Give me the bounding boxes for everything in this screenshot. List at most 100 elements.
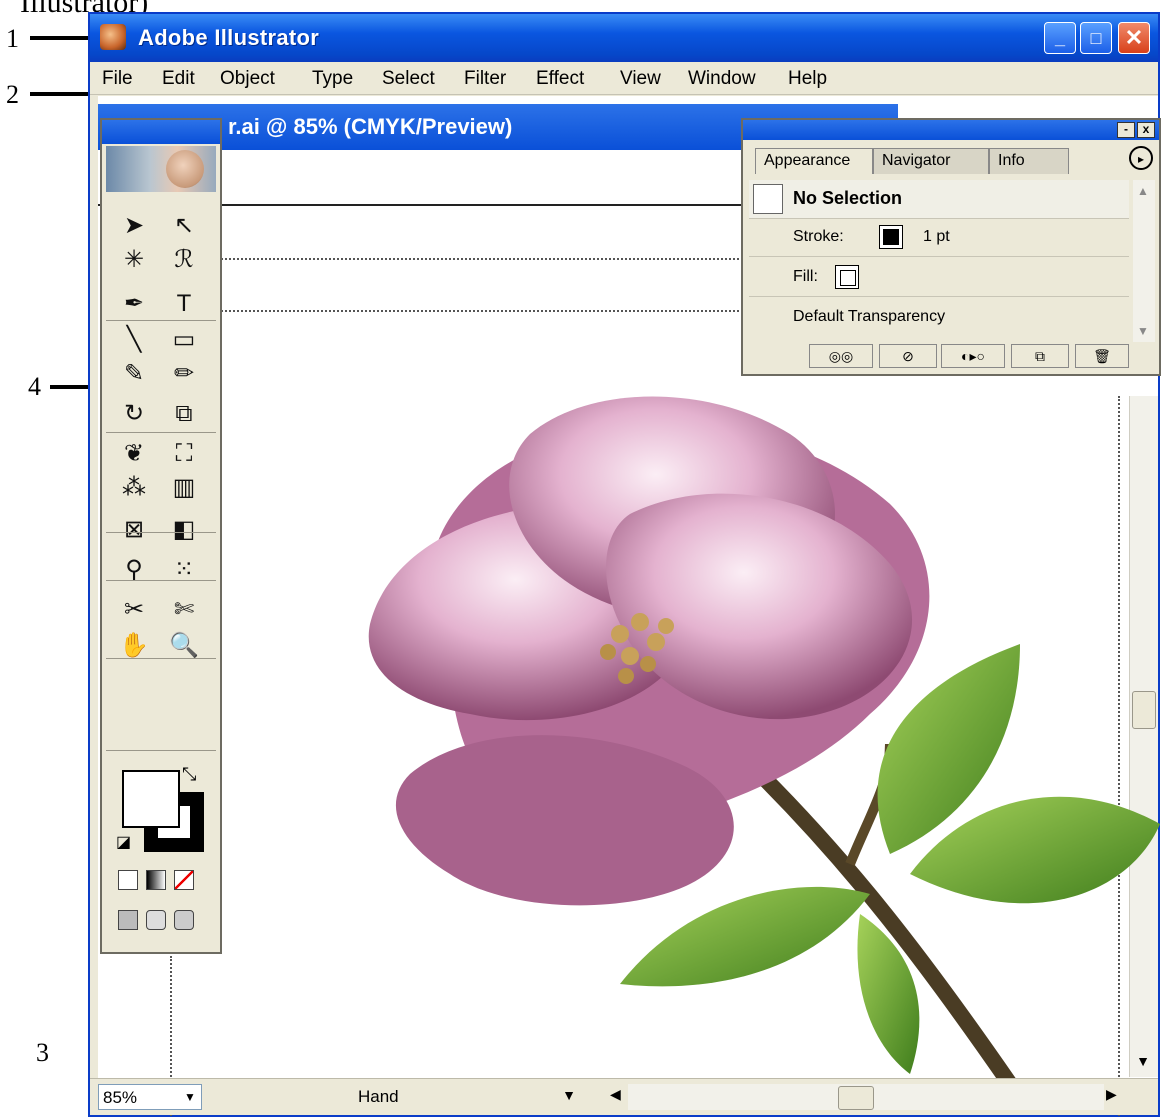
fill-label: Fill: [793,268,818,285]
menu-object[interactable]: Object [220,68,275,90]
appearance-fill-row[interactable]: Fill: [749,258,1129,297]
palette-close-button[interactable]: x [1137,122,1155,138]
fill-color-chip[interactable] [835,265,859,289]
document-title: r.ai @ 85% (CMYK/Preview) [228,114,513,139]
reduce-to-basic-appearance-icon[interactable]: ⊘ [879,344,937,368]
palette-minimize-button[interactable]: - [1117,122,1135,138]
free-transform-tool-icon[interactable]: ⛶ [162,438,206,470]
stroke-label: Stroke: [793,228,844,245]
delete-item-icon[interactable]: 🗑 [1075,344,1129,368]
mesh-tool-icon[interactable]: ⊠ [112,514,156,546]
toolbox-divider [106,580,216,581]
blend-tool-icon[interactable]: ⁙ [162,554,206,586]
toolbox-venus-banner[interactable] [106,146,216,192]
appearance-palette: - x Appearance Navigator Info ▸ No Selec… [741,118,1161,376]
toolbox-panel: ➤ ↖ ✳ ℛ ✒ T ╲ ▭ ✎ ✏ ↻ ⧉ ❦ ⛶ ⁂ ▥ ⊠ ◧ ⚲ ⁙ ✂ ✄ ✋ 🔍 ⤡ ◪ [100,118,222,954]
menu-window[interactable]: Window [688,68,756,90]
transparency-label: Default Transparency [793,308,946,325]
clear-appearance-icon[interactable]: ◐▸○ [941,344,1005,368]
status-menu-arrow-icon[interactable]: ▼ [562,1087,576,1103]
palette-titlebar[interactable]: - x [743,120,1159,140]
appearance-stroke-row[interactable]: Stroke: 1 pt [749,218,1129,257]
rotate-tool-icon[interactable]: ↻ [112,398,156,430]
menu-file[interactable]: File [102,68,133,90]
palette-menu-icon[interactable]: ▸ [1129,146,1153,170]
dropdown-arrow-icon[interactable]: ▼ [181,1087,199,1107]
color-mode-icon[interactable] [118,870,138,890]
new-art-maintains-appearance-icon[interactable]: ◎◎ [809,344,873,368]
pencil-tool-icon[interactable]: ✏ [162,358,206,390]
selection-thumbnail [753,184,783,214]
toolbox-titlebar[interactable] [102,120,220,144]
horizontal-scroll-thumb[interactable] [838,1086,874,1110]
callout-1: 1 [6,24,19,53]
selection-label: No Selection [793,188,903,208]
horizontal-scrollbar[interactable] [628,1084,1104,1110]
menu-edit[interactable]: Edit [162,68,195,90]
gradient-tool-icon[interactable]: ◧ [162,514,206,546]
scissors-tool-icon[interactable]: ✄ [162,594,206,626]
lasso-tool-icon[interactable]: ℛ [162,244,206,276]
fill-color-swatch[interactable] [122,770,180,828]
slice-tool-icon[interactable]: ✂ [112,594,156,626]
current-tool-field[interactable]: Hand ▼ [220,1084,606,1110]
appearance-selection-row[interactable]: No Selection [749,180,1129,219]
rose-artwork [368,396,1160,1089]
none-mode-icon[interactable] [174,870,194,890]
toolbox-divider [106,320,216,321]
zoom-level-field[interactable]: 85% ▼ [98,1084,202,1110]
duplicate-item-icon[interactable]: ⧉ [1011,344,1069,368]
maximize-button[interactable]: □ [1080,22,1112,54]
toolbox-divider [106,658,216,659]
selection-tool-icon[interactable]: ➤ [112,210,156,242]
menu-help[interactable]: Help [788,68,827,90]
scroll-right-icon[interactable]: ▶ [1106,1086,1117,1103]
menu-view[interactable]: View [620,68,661,90]
direct-selection-tool-icon[interactable]: ↖ [162,210,206,242]
menu-type[interactable]: Type [312,68,353,90]
default-colors-icon[interactable]: ◪ [116,832,131,852]
tab-navigator[interactable]: Navigator [873,148,989,174]
rectangle-tool-icon[interactable]: ▭ [162,324,206,356]
minimize-button[interactable]: _ [1044,22,1076,54]
swap-fill-stroke-icon[interactable]: ⤡ [182,764,196,785]
palette-footer: ◎◎ ⊘ ◐▸○ ⧉ 🗑 [749,344,1153,370]
menu-select[interactable]: Select [382,68,435,90]
pen-tool-icon[interactable]: ✒ [112,288,156,320]
symbol-sprayer-tool-icon[interactable]: ⁂ [112,472,156,504]
current-tool-label: Hand [358,1087,399,1106]
close-button[interactable]: ✕ [1118,22,1150,54]
stroke-weight-value: 1 pt [923,228,950,245]
palette-scrollbar[interactable]: ▲ ▼ [1133,180,1155,342]
toolbox-divider [106,750,216,751]
venus-face-image [166,150,204,188]
eyedropper-tool-icon[interactable]: ⚲ [112,554,156,586]
paintbrush-tool-icon[interactable]: ✎ [112,358,156,390]
type-tool-icon[interactable]: T [162,288,206,320]
full-screen-mode-icon[interactable] [174,910,194,930]
tab-appearance[interactable]: Appearance [755,148,873,174]
status-bar: 85% ▼ Hand ▼ ◀ ▶ [90,1078,1158,1115]
palette-scroll-up-icon[interactable]: ▲ [1137,184,1149,198]
tab-info[interactable]: Info [989,148,1069,174]
appearance-transparency-row[interactable]: Default Transparency [749,298,1129,336]
stroke-color-chip[interactable] [879,225,903,249]
graph-tool-icon[interactable]: ▥ [162,472,206,504]
window-titlebar[interactable]: Adobe Illustrator _ □ ✕ [90,14,1158,62]
menu-effect[interactable]: Effect [536,68,584,90]
full-screen-menu-mode-icon[interactable] [146,910,166,930]
line-tool-icon[interactable]: ╲ [112,324,156,356]
warp-tool-icon[interactable]: ❦ [112,438,156,470]
gradient-mode-icon[interactable] [146,870,166,890]
standard-screen-mode-icon[interactable] [118,910,138,930]
window-title: Adobe Illustrator [138,25,320,50]
magic-wand-tool-icon[interactable]: ✳ [112,244,156,276]
callout-4: 4 [28,372,41,401]
scroll-left-icon[interactable]: ◀ [610,1086,621,1103]
palette-scroll-down-icon[interactable]: ▼ [1137,324,1149,338]
scale-tool-icon[interactable]: ⧉ [162,398,206,430]
toolbox-divider [106,432,216,433]
leaf-shape [620,886,870,987]
menu-filter[interactable]: Filter [464,68,506,90]
menu-bar: File Edit Object Type Select Filter Effe… [90,62,1158,95]
